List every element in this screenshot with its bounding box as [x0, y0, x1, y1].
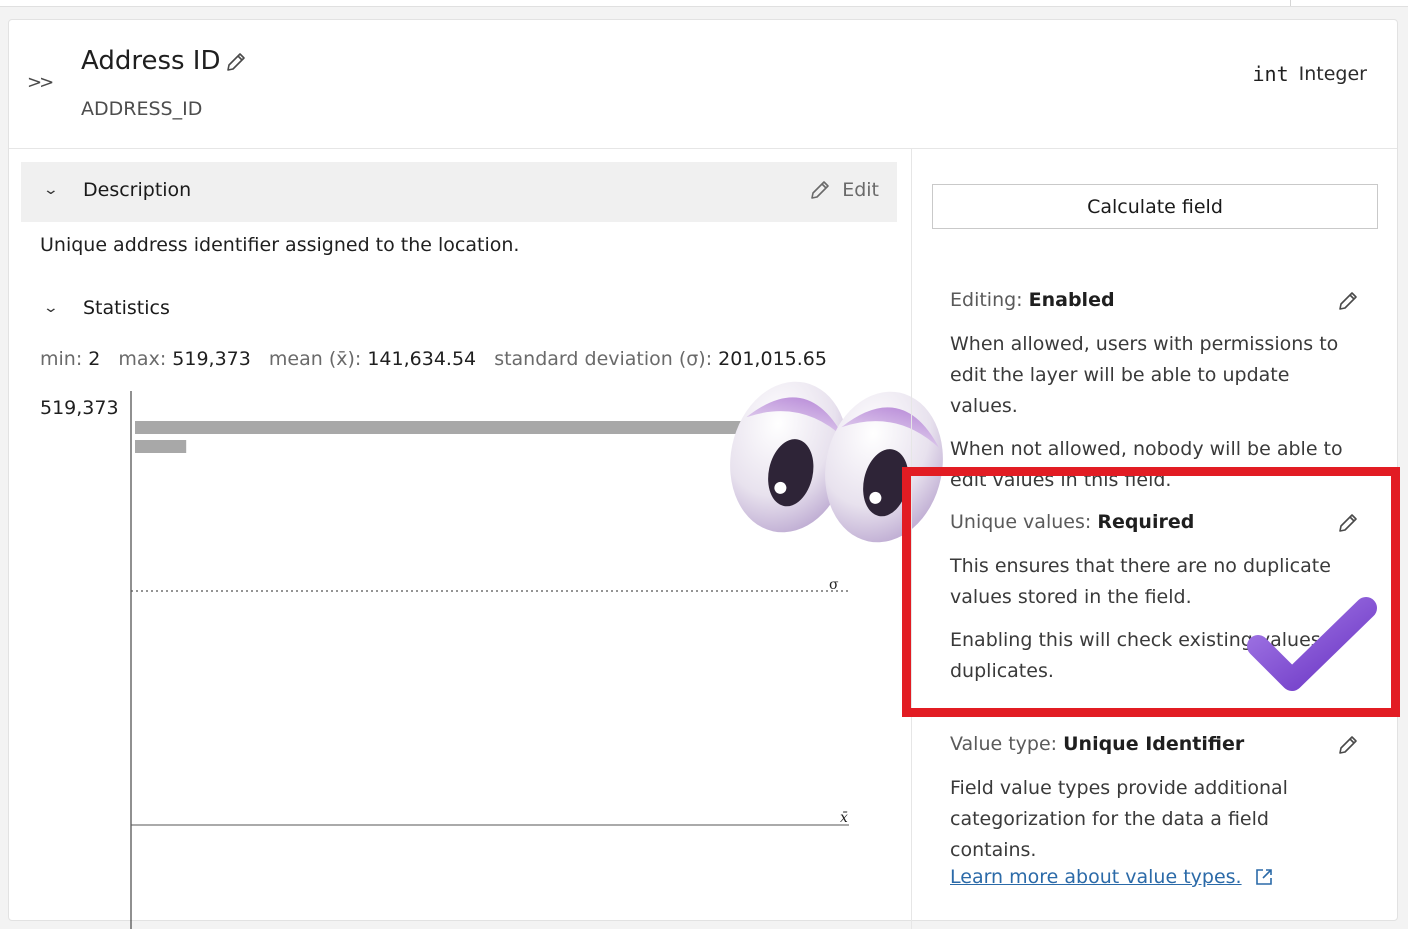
integer-type-icon: int	[1252, 62, 1289, 86]
value-type-label: Value type:	[950, 733, 1058, 755]
editing-label: Editing:	[950, 289, 1023, 311]
calculate-field-button[interactable]: Calculate field	[932, 184, 1378, 229]
histogram-bar	[135, 440, 187, 453]
field-title: Address ID	[81, 46, 221, 76]
field-type-label: Integer	[1298, 63, 1367, 85]
value-type-value: Unique Identifier	[1063, 733, 1245, 755]
mean-marker: x̄	[840, 810, 848, 826]
editing-value: Enabled	[1028, 289, 1115, 311]
field-name: ADDRESS_ID	[81, 98, 203, 120]
editing-header: Editing: Enabled	[950, 289, 1360, 311]
editing-text-1: When allowed, users with permissions to …	[950, 333, 1339, 417]
value-type-header: Value type: Unique Identifier	[950, 733, 1360, 755]
field-type: int Integer	[1253, 62, 1367, 86]
value-type-text: Field value types provide additional cat…	[950, 777, 1288, 861]
external-link-icon	[1255, 869, 1272, 885]
histogram-bars	[135, 421, 775, 453]
editing-property: Editing: Enabled When allowed, users wit…	[950, 289, 1360, 496]
checkmark-decoration	[1247, 597, 1377, 691]
pencil-icon[interactable]	[1336, 289, 1360, 313]
top-divider	[1290, 0, 1291, 6]
learn-more-label: Learn more about value types.	[950, 866, 1242, 888]
top-strip	[0, 0, 1408, 7]
learn-more-link[interactable]: Learn more about value types.	[950, 866, 1274, 888]
double-chevron-right-icon[interactable]: >>	[27, 72, 54, 93]
value-type-property: Value type: Unique Identifier Field valu…	[950, 733, 1360, 888]
left-panel: ⌄ Description Edit Unique address identi…	[9, 149, 943, 929]
field-header: >> Address ID ADDRESS_ID int Integer	[9, 20, 1397, 149]
sigma-marker: σ	[829, 577, 839, 593]
pencil-icon[interactable]	[1336, 733, 1360, 757]
pencil-icon[interactable]	[224, 50, 248, 74]
histogram-bar	[135, 421, 775, 434]
